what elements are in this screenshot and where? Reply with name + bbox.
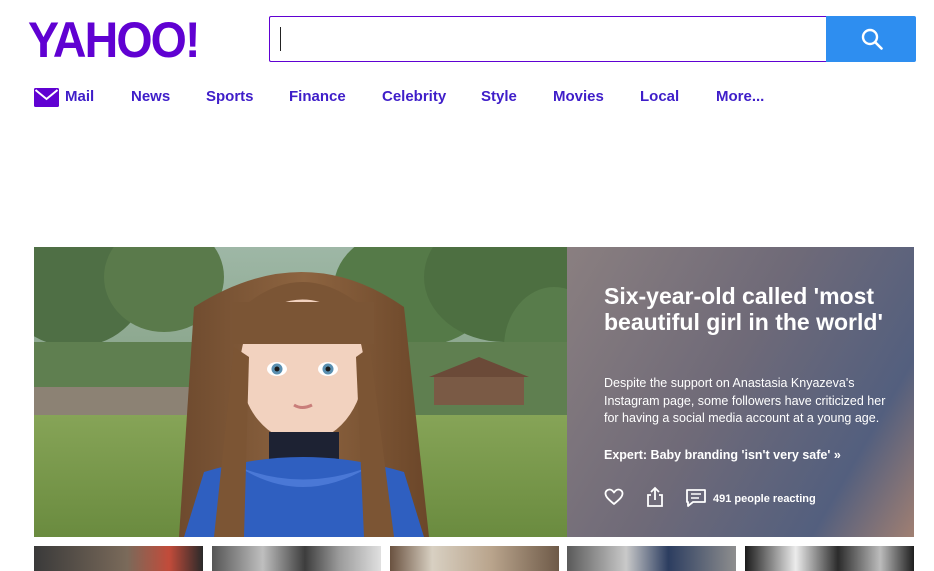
- thumbnail-1[interactable]: [34, 546, 203, 571]
- heart-icon[interactable]: [604, 488, 624, 506]
- story-thumbnails: [34, 546, 914, 571]
- nav-item-style[interactable]: Style: [481, 86, 517, 108]
- nav-item-more[interactable]: More...: [716, 86, 764, 108]
- nav-item-mail[interactable]: Mail: [65, 86, 94, 108]
- search-icon: [861, 28, 883, 50]
- hero-image[interactable]: [34, 247, 567, 537]
- nav-item-sports[interactable]: Sports: [206, 86, 254, 108]
- hero-text-panel: Six-year-old called 'most beautiful girl…: [567, 247, 914, 537]
- nav-item-celebrity[interactable]: Celebrity: [382, 86, 446, 108]
- thumbnail-2[interactable]: [212, 546, 381, 571]
- thumbnail-5[interactable]: [745, 546, 914, 571]
- nav-item-finance[interactable]: Finance: [289, 86, 346, 108]
- hero-description: Despite the support on Anastasia Knyazev…: [604, 376, 886, 425]
- reaction-count[interactable]: 491 people reacting: [713, 493, 816, 505]
- nav-item-news[interactable]: News: [131, 86, 170, 108]
- nav-item-movies[interactable]: Movies: [553, 86, 604, 108]
- search-input[interactable]: [269, 16, 836, 62]
- thumbnail-4[interactable]: [567, 546, 736, 571]
- hero-title[interactable]: Six-year-old called 'most beautiful girl…: [604, 283, 894, 335]
- hero-story[interactable]: Six-year-old called 'most beautiful girl…: [34, 247, 914, 537]
- yahoo-logo[interactable]: YAHOO!: [28, 12, 200, 68]
- mail-icon[interactable]: [34, 88, 59, 107]
- search-button[interactable]: [826, 16, 916, 62]
- nav-item-local[interactable]: Local: [640, 86, 679, 108]
- related-story-link[interactable]: Expert: Baby branding 'isn't very safe' …: [604, 448, 841, 462]
- share-icon[interactable]: [646, 486, 664, 508]
- search-bar: [269, 16, 916, 62]
- thumbnail-3[interactable]: [390, 546, 559, 571]
- text-caret: [280, 27, 281, 51]
- comment-icon[interactable]: [685, 488, 707, 508]
